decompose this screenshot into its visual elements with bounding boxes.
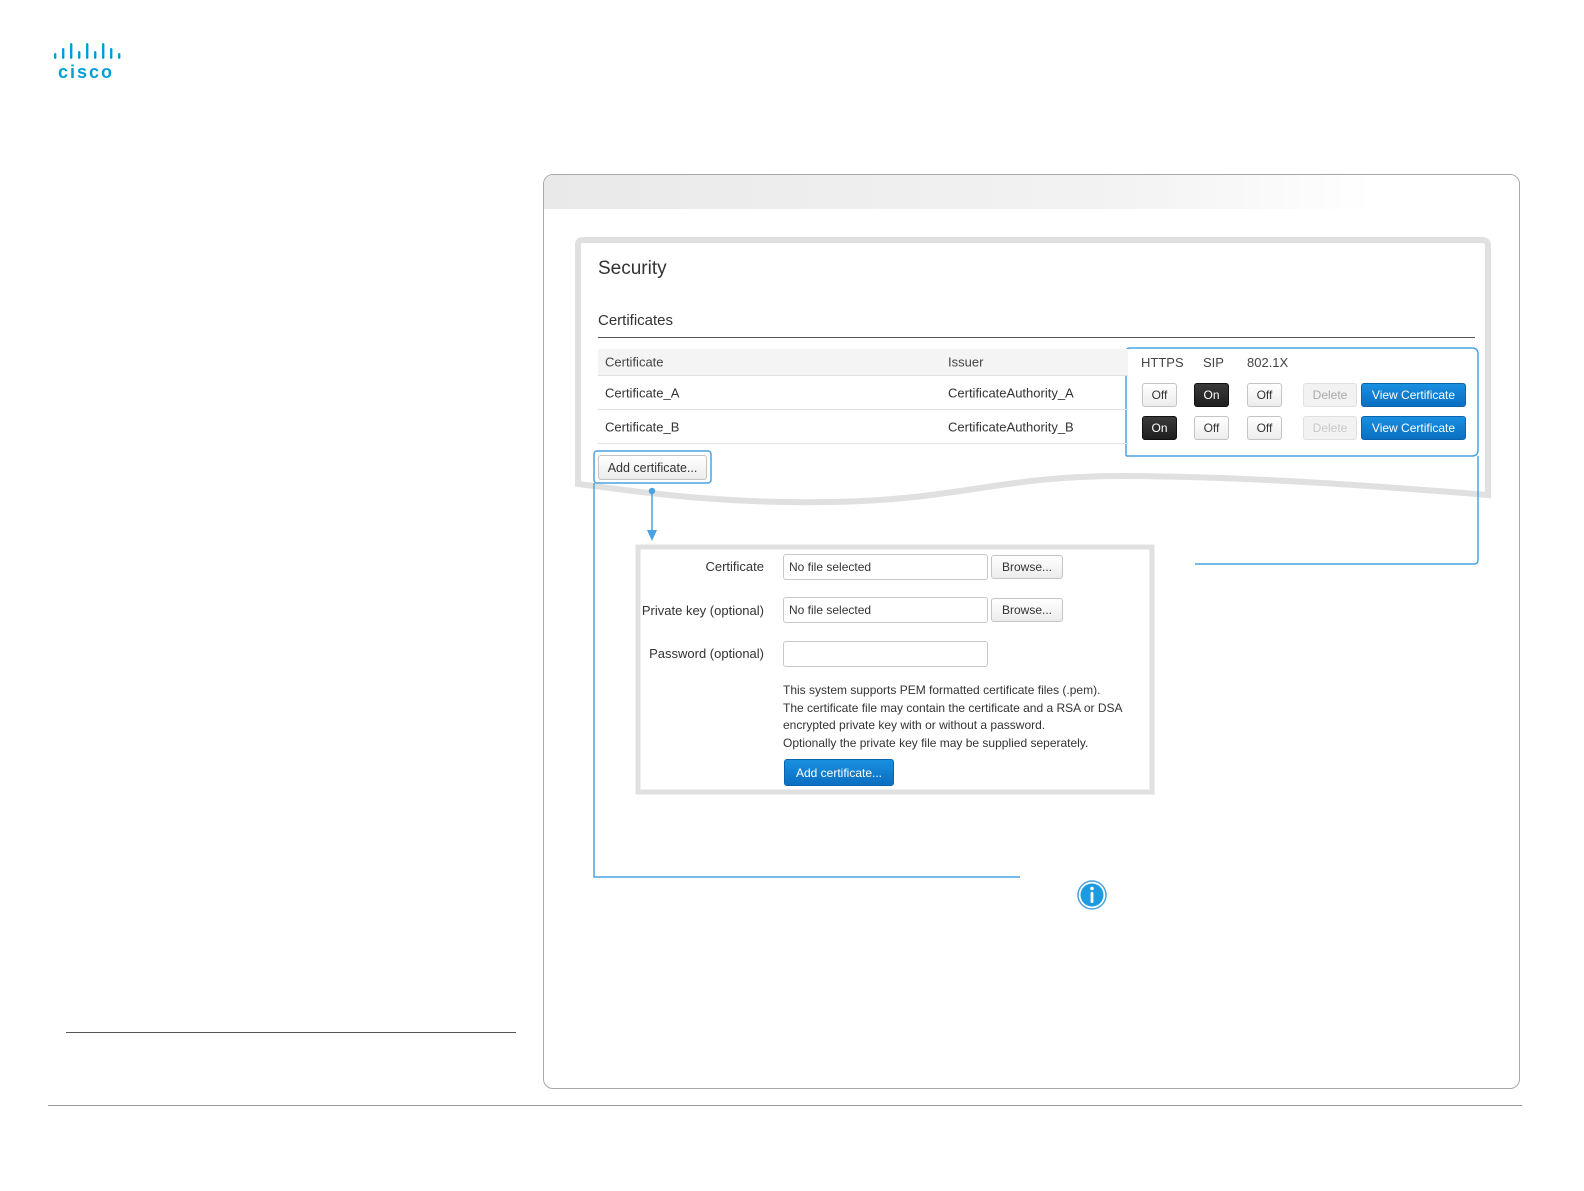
certificate-label: Certificate: [705, 559, 764, 574]
cert-name: Certificate_A: [605, 385, 680, 400]
table-row: Certificate_A CertificateAuthority_A: [598, 376, 1128, 410]
section-title: Security: [598, 258, 667, 279]
private-key-file-field[interactable]: No file selected: [783, 597, 988, 623]
col-https: HTTPS: [1141, 355, 1184, 370]
footer-divider: [48, 1105, 1522, 1106]
https-toggle[interactable]: On: [1142, 416, 1177, 440]
cert-name: Certificate_B: [605, 419, 680, 434]
password-field[interactable]: [783, 641, 988, 667]
left-divider: [66, 1032, 516, 1033]
cert-issuer: CertificateAuthority_A: [948, 385, 1074, 400]
screenshot-frame: [543, 174, 1520, 1089]
table-header: Certificate Issuer: [598, 349, 1128, 376]
col-certificate: Certificate: [605, 354, 664, 370]
delete-button[interactable]: Delete: [1303, 416, 1357, 440]
submit-add-certificate-button[interactable]: Add certificate...: [784, 759, 894, 786]
https-toggle[interactable]: Off: [1142, 383, 1177, 407]
col-sip: SIP: [1203, 355, 1224, 370]
help-text: This system supports PEM formatted certi…: [783, 682, 1143, 752]
certificates-divider: [598, 337, 1475, 338]
dot1x-toggle[interactable]: Off: [1247, 416, 1282, 440]
add-certificate-button[interactable]: Add certificate...: [598, 455, 707, 480]
help-line: This system supports PEM formatted certi…: [783, 683, 1101, 697]
certificates-heading: Certificates: [598, 312, 674, 329]
logo-wordmark: cisco: [58, 62, 114, 82]
delete-button[interactable]: Delete: [1303, 383, 1357, 407]
help-line: Optionally the private key file may be s…: [783, 735, 1089, 750]
password-label: Password (optional): [649, 646, 764, 661]
sip-toggle[interactable]: On: [1194, 383, 1229, 407]
cert-issuer: CertificateAuthority_B: [948, 419, 1074, 434]
dot1x-toggle[interactable]: Off: [1247, 383, 1282, 407]
info-icon[interactable]: [1077, 880, 1107, 910]
view-certificate-button[interactable]: View Certificate: [1361, 383, 1466, 407]
table-row: Certificate_B CertificateAuthority_B: [598, 410, 1128, 444]
cisco-logo: cisco: [54, 43, 121, 82]
frame-header-bar: [544, 175, 1519, 209]
help-line: encrypted private key with or without a …: [783, 718, 1046, 732]
private-key-label: Private key (optional): [641, 603, 764, 618]
col-8021x: 802.1X: [1247, 355, 1289, 370]
certificate-file-field[interactable]: No file selected: [783, 554, 988, 580]
view-certificate-button[interactable]: View Certificate: [1361, 416, 1466, 440]
browse-private-key-button[interactable]: Browse...: [991, 598, 1063, 622]
certificates-table: Certificate Issuer Certificate_A Certifi…: [598, 349, 1128, 444]
sip-toggle[interactable]: Off: [1194, 416, 1229, 440]
help-line: The certificate file may contain the cer…: [783, 700, 1123, 715]
col-issuer: Issuer: [948, 354, 984, 370]
browse-certificate-button[interactable]: Browse...: [991, 555, 1063, 579]
